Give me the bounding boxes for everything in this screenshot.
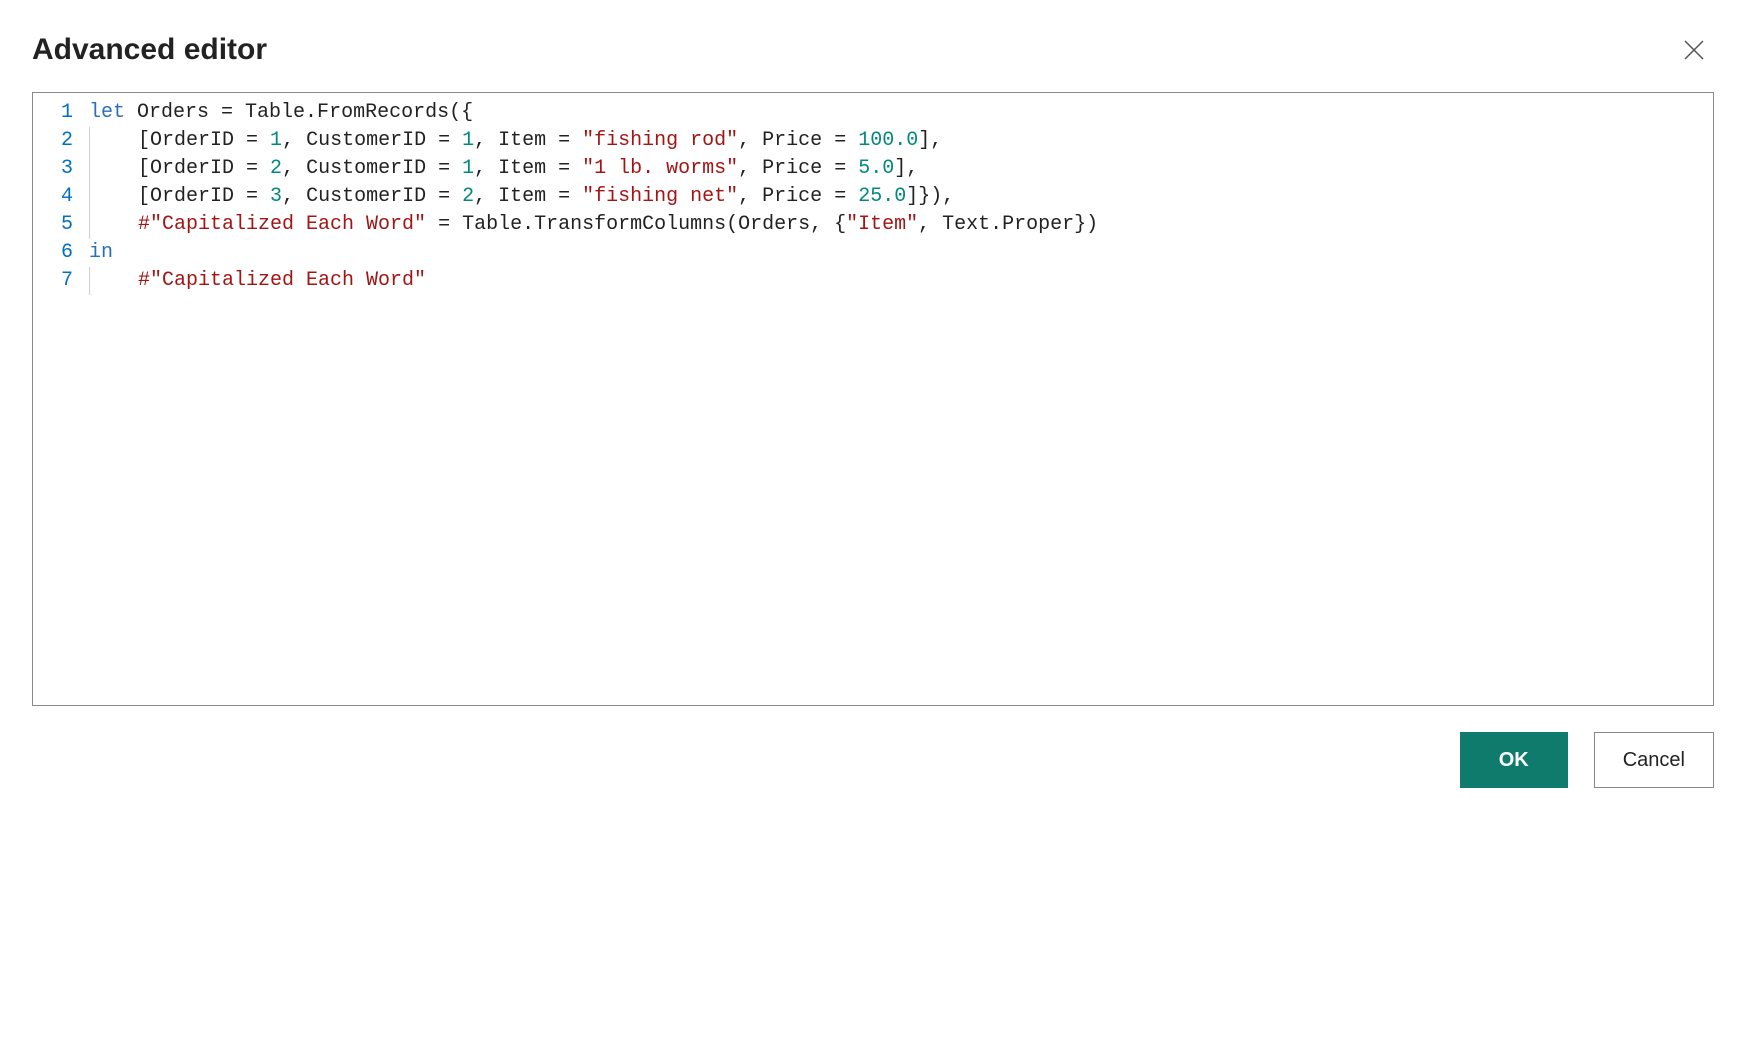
code-token: "Item"	[846, 213, 918, 236]
line-content[interactable]: [OrderID = 3, CustomerID = 2, Item = "fi…	[89, 183, 1713, 211]
line-content[interactable]: in	[89, 239, 1713, 267]
code-token: , Price =	[738, 157, 858, 180]
ok-button[interactable]: OK	[1460, 732, 1568, 788]
code-line[interactable]: 3 [OrderID = 2, CustomerID = 1, Item = "…	[33, 155, 1713, 183]
code-token: "fishing net"	[582, 185, 738, 208]
code-token: , Item =	[474, 129, 582, 152]
code-token: "1 lb. worms"	[582, 157, 738, 180]
code-token: , CustomerID =	[282, 129, 462, 152]
line-number: 2	[33, 127, 89, 155]
code-token: , CustomerID =	[282, 185, 462, 208]
line-number: 4	[33, 183, 89, 211]
indent-guide	[89, 127, 138, 155]
line-number: 5	[33, 211, 89, 239]
code-token: [OrderID =	[138, 129, 270, 152]
dialog-header: Advanced editor	[32, 30, 1714, 70]
code-token: Orders = Table.FromRecords({	[137, 101, 473, 124]
line-content[interactable]: [OrderID = 1, CustomerID = 1, Item = "fi…	[89, 127, 1713, 155]
code-token: 25.0	[858, 185, 906, 208]
code-line[interactable]: 2 [OrderID = 1, CustomerID = 1, Item = "…	[33, 127, 1713, 155]
code-line[interactable]: 6in	[33, 239, 1713, 267]
code-token: ]}),	[906, 185, 954, 208]
code-token: = Table.TransformColumns(Orders, {	[426, 213, 846, 236]
code-token: in	[89, 241, 113, 264]
dialog-buttons: OK Cancel	[32, 732, 1714, 788]
code-token: 100.0	[858, 129, 918, 152]
code-token: #"Capitalized Each Word"	[138, 213, 426, 236]
indent-guide	[89, 183, 138, 211]
code-token: "fishing rod"	[582, 129, 738, 152]
code-line[interactable]: 7 #"Capitalized Each Word"	[33, 267, 1713, 295]
close-button[interactable]	[1674, 30, 1714, 70]
line-number: 6	[33, 239, 89, 267]
line-content[interactable]: #"Capitalized Each Word" = Table.Transfo…	[89, 211, 1713, 239]
code-token: 1	[462, 129, 474, 152]
code-token: [OrderID =	[138, 185, 270, 208]
code-line[interactable]: 1let Orders = Table.FromRecords({	[33, 99, 1713, 127]
line-number: 1	[33, 99, 89, 127]
code-token: , Price =	[738, 185, 858, 208]
indent-guide	[89, 211, 138, 239]
code-line[interactable]: 4 [OrderID = 3, CustomerID = 2, Item = "…	[33, 183, 1713, 211]
code-line[interactable]: 5 #"Capitalized Each Word" = Table.Trans…	[33, 211, 1713, 239]
indent-guide	[89, 267, 138, 295]
code-token: 3	[270, 185, 282, 208]
code-token: let	[89, 101, 125, 124]
code-token: , Item =	[474, 157, 582, 180]
code-token: [OrderID =	[138, 157, 270, 180]
code-token: , CustomerID =	[282, 157, 462, 180]
cancel-button[interactable]: Cancel	[1594, 732, 1714, 788]
close-icon	[1683, 39, 1705, 61]
code-token: 1	[462, 157, 474, 180]
line-content[interactable]: let Orders = Table.FromRecords({	[89, 99, 1713, 127]
code-token: 2	[270, 157, 282, 180]
code-token: ],	[918, 129, 942, 152]
code-editor[interactable]: 1let Orders = Table.FromRecords({2 [Orde…	[32, 92, 1714, 706]
code-token: , Text.Proper})	[918, 213, 1098, 236]
code-token: ],	[894, 157, 918, 180]
indent-guide	[89, 155, 138, 183]
line-number: 3	[33, 155, 89, 183]
code-token: 5.0	[858, 157, 894, 180]
code-token: , Item =	[474, 185, 582, 208]
code-token: , Price =	[738, 129, 858, 152]
dialog-title: Advanced editor	[32, 33, 267, 67]
code-token: 1	[270, 129, 282, 152]
code-token	[125, 101, 137, 124]
line-number: 7	[33, 267, 89, 295]
line-content[interactable]: #"Capitalized Each Word"	[89, 267, 1713, 295]
line-content[interactable]: [OrderID = 2, CustomerID = 1, Item = "1 …	[89, 155, 1713, 183]
code-token: 2	[462, 185, 474, 208]
code-token: #"Capitalized Each Word"	[138, 269, 426, 292]
